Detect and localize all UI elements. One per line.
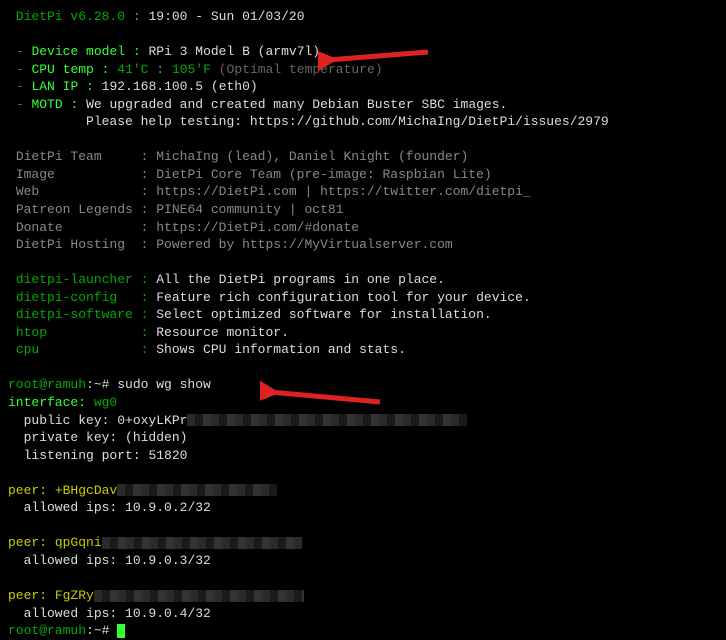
wg-peer-2-ips: allowed ips: 10.9.0.3/32 xyxy=(8,552,718,570)
redacted-block xyxy=(102,537,302,549)
terminal-cursor xyxy=(117,624,125,638)
shell-prompt-2[interactable]: root@ramuh:~# xyxy=(8,622,718,640)
wg-pubkey: public key: 0+oxyLKPr xyxy=(8,412,718,430)
command-text: sudo wg show xyxy=(109,377,210,392)
wg-peer-1-ips: allowed ips: 10.9.0.2/32 xyxy=(8,499,718,517)
device-model-row: - Device model : RPi 3 Model B (armv7l) xyxy=(8,43,718,61)
tool-cpu: cpu : Shows CPU information and stats. xyxy=(8,341,718,359)
wg-peer-3: peer: FgZRy xyxy=(8,587,718,605)
title: DietPi v6.28.0 xyxy=(8,9,125,24)
wg-privkey: private key: (hidden) xyxy=(8,429,718,447)
cpu-temp-c: 41'C xyxy=(117,62,148,77)
cpu-temp-f: 105'F xyxy=(172,62,211,77)
wg-peer-2: peer: qpGqni xyxy=(8,534,718,552)
credit-team: DietPi Team : MichaIng (lead), Daniel Kn… xyxy=(8,148,718,166)
wg-interface: interface: wg0 xyxy=(8,394,718,412)
credit-patreon: Patreon Legends : PINE64 community | oct… xyxy=(8,201,718,219)
redacted-block xyxy=(117,484,277,496)
header-line: DietPi v6.28.0 : 19:00 - Sun 01/03/20 xyxy=(8,8,718,26)
cpu-temp-note: (Optimal temperature) xyxy=(219,62,383,77)
motd-row2: Please help testing: https://github.com/… xyxy=(8,113,718,131)
credit-donate: Donate : https://DietPi.com/#donate xyxy=(8,219,718,237)
shell-prompt-1[interactable]: root@ramuh:~# sudo wg show xyxy=(8,376,718,394)
cpu-temp-row: - CPU temp : 41'C : 105'F (Optimal tempe… xyxy=(8,61,718,79)
redacted-block xyxy=(187,414,467,426)
redacted-block xyxy=(94,590,304,602)
datetime: 19:00 - Sun 01/03/20 xyxy=(148,9,304,24)
tool-htop: htop : Resource monitor. xyxy=(8,324,718,342)
tool-software: dietpi-software : Select optimized softw… xyxy=(8,306,718,324)
tool-launcher: dietpi-launcher : All the DietPi program… xyxy=(8,271,718,289)
credit-web: Web : https://DietPi.com | https://twitt… xyxy=(8,183,718,201)
credit-image: Image : DietPi Core Team (pre-image: Ras… xyxy=(8,166,718,184)
credit-hosting: DietPi Hosting : Powered by https://MyVi… xyxy=(8,236,718,254)
wg-peer-3-ips: allowed ips: 10.9.0.4/32 xyxy=(8,605,718,623)
motd-row: - MOTD : We upgraded and created many De… xyxy=(8,96,718,114)
lan-ip-row: - LAN IP : 192.168.100.5 (eth0) xyxy=(8,78,718,96)
wg-port: listening port: 51820 xyxy=(8,447,718,465)
tool-config: dietpi-config : Feature rich configurati… xyxy=(8,289,718,307)
wg-peer-1: peer: +BHgcDav xyxy=(8,482,718,500)
lan-ip: 192.168.100.5 (eth0) xyxy=(102,79,258,94)
device-model: RPi 3 Model B (armv7l) xyxy=(148,44,320,59)
